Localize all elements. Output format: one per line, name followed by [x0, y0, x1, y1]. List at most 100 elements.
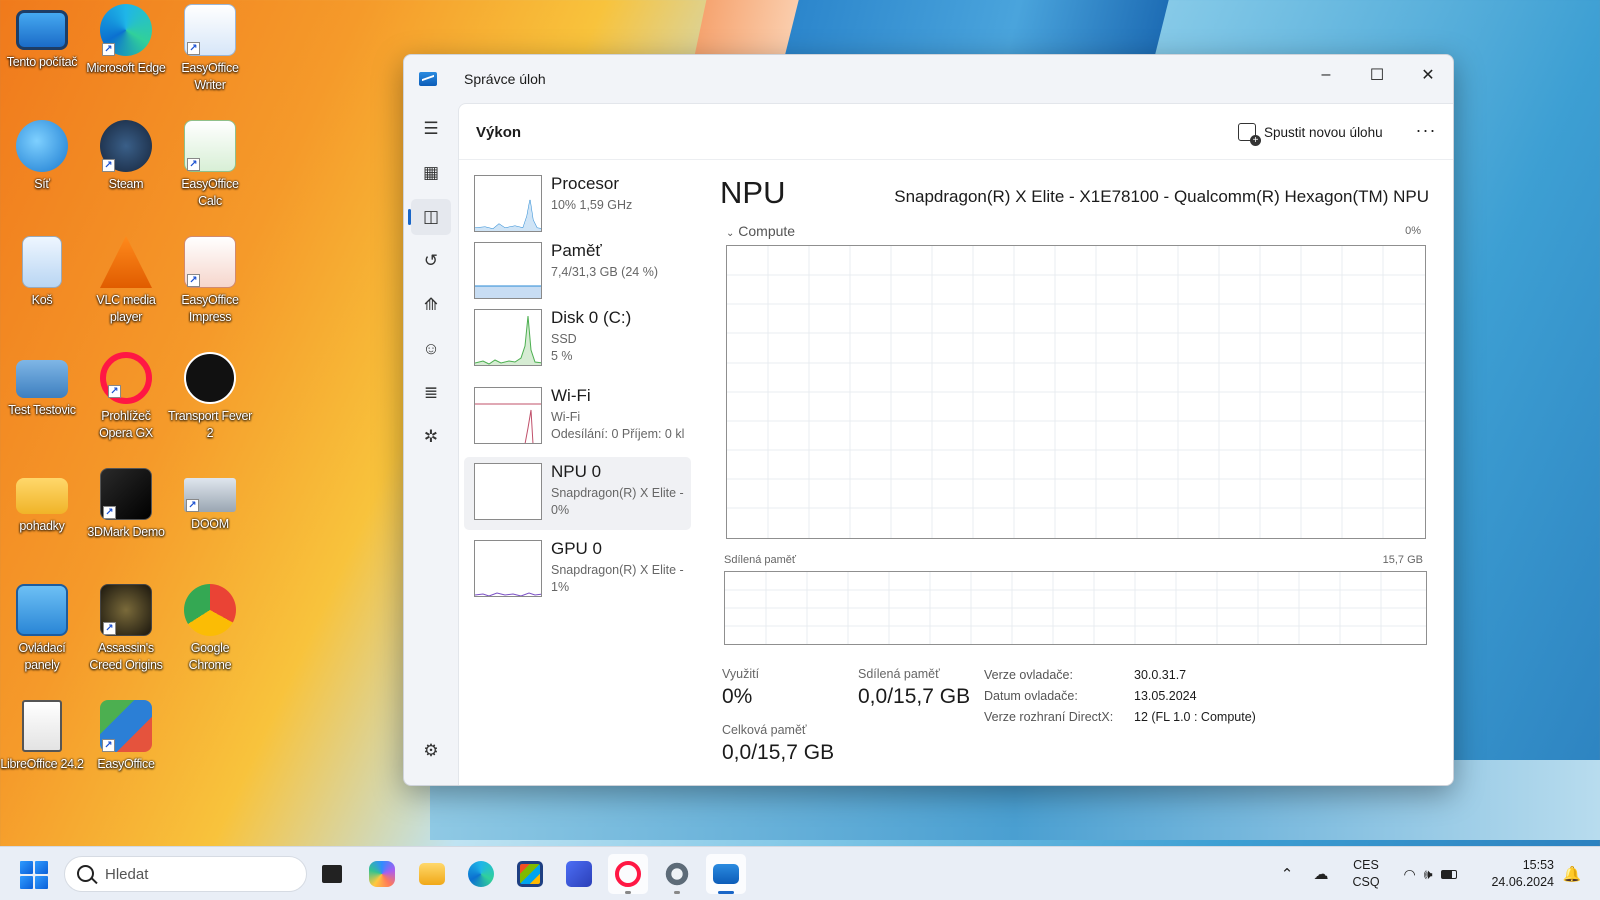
- device-item-cpu[interactable]: Procesor 10% 1,59 GHz: [464, 169, 691, 242]
- device-item-memory[interactable]: Paměť 7,4/31,3 GB (24 %): [464, 236, 691, 309]
- recycle-bin-icon: [22, 236, 62, 288]
- windows-logo-icon: [35, 861, 48, 874]
- show-hidden-icons-chevron-up-icon[interactable]: ⌃: [1275, 847, 1299, 900]
- close-button[interactable]: ✕: [1403, 55, 1453, 95]
- taskbar-vscode[interactable]: [559, 854, 599, 894]
- nav-details-icon[interactable]: ≣: [411, 375, 451, 411]
- desktop-icon-recycle-bin[interactable]: Koš: [0, 232, 84, 309]
- nav-services-icon[interactable]: ✲: [411, 419, 451, 455]
- task-manager-app-icon: [419, 72, 437, 86]
- control-panel-icon: [16, 584, 68, 636]
- run-new-task-label: Spustit novou úlohu: [1264, 124, 1383, 140]
- search-icon: [77, 865, 94, 882]
- wifi-icon: ◠: [1403, 865, 1416, 882]
- page-header: Výkon Spustit novou úlohu ···: [459, 104, 1453, 160]
- taskbar-settings[interactable]: [657, 854, 697, 894]
- desktop-icon-control-panel[interactable]: Ovládací panely: [0, 580, 84, 674]
- performance-page: Výkon Spustit novou úlohu ··· Procesor 1…: [458, 103, 1453, 785]
- minimize-button[interactable]: –: [1301, 55, 1351, 95]
- device-item-disk[interactable]: Disk 0 (C:) SSD 5 %: [464, 303, 691, 376]
- battery-icon: [1440, 869, 1457, 879]
- device-name: Paměť: [551, 241, 602, 260]
- total-memory-value: 0,0/15,7 GB: [722, 741, 835, 764]
- volume-icon: 🕪: [1423, 865, 1433, 882]
- device-item-gpu[interactable]: GPU 0 Snapdragon(R) X Elite - 1%: [464, 534, 691, 607]
- device-name: Wi-Fi: [551, 386, 591, 405]
- title-bar[interactable]: Správce úloh – ☐ ✕: [404, 55, 1453, 103]
- desktop-icon-opera-gx[interactable]: ↗ Prohlížeč Opera GX: [84, 348, 168, 442]
- taskbar-file-explorer[interactable]: [412, 854, 452, 894]
- taskbar-store[interactable]: [510, 854, 550, 894]
- desktop-icon-chrome[interactable]: Google Chrome: [168, 580, 252, 674]
- nav-app-history-icon[interactable]: ↺: [411, 243, 451, 279]
- disk-thumbnail-graph: [474, 309, 542, 366]
- desktop-icon-transport-fever[interactable]: Transport Fever 2: [168, 348, 252, 442]
- compute-engine-dropdown[interactable]: ⌄ Compute: [726, 223, 795, 239]
- nav-performance-icon[interactable]: ◫: [408, 199, 451, 235]
- device-detail: Odesílání: 0 Příjem: 0 kl: [551, 427, 685, 441]
- new-task-icon: [1238, 123, 1261, 146]
- more-options-button[interactable]: ···: [1410, 118, 1442, 146]
- desktop-icon-easyoffice-impress[interactable]: ↗ EasyOffice Impress: [168, 232, 252, 326]
- quick-settings[interactable]: ◠ 🕪: [1394, 847, 1466, 900]
- desktop-icon-easyoffice[interactable]: ↗ EasyOffice: [84, 696, 168, 773]
- input-language-indicator[interactable]: CES CSQ: [1342, 857, 1390, 891]
- device-detail: Snapdragon(R) X Elite -: [551, 486, 684, 500]
- task-manager-window: Správce úloh – ☐ ✕ ☰ ▦ ◫ ↺ ⟰ ☺ ≣ ✲ ⚙ Výk…: [403, 54, 1454, 786]
- desktop-icon-easyoffice-calc[interactable]: ↗ EasyOffice Calc: [168, 116, 252, 210]
- driver-version-label: Verze ovladače:: [984, 668, 1073, 682]
- device-detail: 5 %: [551, 349, 573, 363]
- opera-gx-icon: [615, 861, 641, 887]
- desktop-icon-easyoffice-writer[interactable]: ↗ EasyOffice Writer: [168, 0, 252, 94]
- vlc-cone-icon: [100, 236, 152, 288]
- desktop-icon-pohadky[interactable]: pohadky: [0, 464, 84, 535]
- folder-icon: [16, 478, 68, 514]
- desktop-icon-doom[interactable]: ↗ DOOM: [168, 464, 252, 533]
- nav-processes-icon[interactable]: ▦: [411, 155, 451, 191]
- hamburger-menu-icon[interactable]: ☰: [411, 111, 451, 147]
- start-button[interactable]: [20, 861, 48, 889]
- nav-startup-apps-icon[interactable]: ⟰: [411, 287, 451, 323]
- desktop-icon-3dmark[interactable]: ↗ 3DMark Demo: [84, 464, 168, 541]
- detail-model: Snapdragon(R) X Elite - X1E78100 - Qualc…: [894, 187, 1429, 206]
- desktop-icon-this-pc[interactable]: Tento počítač: [0, 0, 84, 71]
- notifications-bell-icon[interactable]: 🔔: [1560, 847, 1584, 900]
- taskbar-search[interactable]: Hledat: [64, 856, 307, 892]
- device-detail: 10% 1,59 GHz: [551, 198, 633, 212]
- taskbar-task-view[interactable]: [312, 854, 352, 894]
- opera-gx-icon: ↗: [100, 352, 152, 404]
- desktop-icon-network[interactable]: Síť: [0, 116, 84, 193]
- code-editor-icon: [566, 861, 592, 887]
- window-title: Správce úloh: [464, 71, 546, 87]
- taskbar-opera-gx[interactable]: [608, 854, 648, 894]
- desktop-icon-libreoffice[interactable]: LibreOffice 24.2: [0, 696, 84, 773]
- libreoffice-document-icon: [22, 700, 62, 752]
- desktop-icon-steam[interactable]: ↗ Steam: [84, 116, 168, 193]
- compute-graph: [726, 245, 1426, 539]
- nav-users-icon[interactable]: ☺: [411, 331, 451, 367]
- device-detail: Snapdragon(R) X Elite -: [551, 563, 684, 577]
- taskbar-edge[interactable]: [461, 854, 501, 894]
- detail-title: NPU: [720, 175, 786, 210]
- desktop-icon-vlc[interactable]: VLC media player: [84, 232, 168, 326]
- taskbar-task-manager[interactable]: [706, 854, 746, 894]
- settings-gear-icon[interactable]: ⚙: [411, 733, 451, 769]
- device-name: GPU 0: [551, 539, 603, 558]
- desktop-icon-test-testovic[interactable]: Test Testovic: [0, 348, 84, 419]
- desktop-icon-edge[interactable]: ↗ Microsoft Edge: [84, 0, 168, 77]
- shared-memory-graph-label: Sdílená paměť: [724, 554, 797, 566]
- desktop-icon-assassins-creed[interactable]: ↗ Assassin's Creed Origins: [84, 580, 168, 674]
- run-new-task-button[interactable]: Spustit novou úlohu: [1234, 118, 1387, 146]
- device-item-wifi[interactable]: Wi-Fi Wi-Fi Odesílání: 0 Příjem: 0 kl: [464, 381, 691, 454]
- windows-logo-icon: [20, 876, 33, 889]
- taskbar-copilot[interactable]: [362, 854, 402, 894]
- onedrive-cloud-icon[interactable]: ☁: [1306, 847, 1336, 900]
- device-item-npu[interactable]: NPU 0 Snapdragon(R) X Elite - 0%: [464, 457, 691, 530]
- writer-document-icon: ↗: [184, 4, 236, 56]
- side-navigation: ☰ ▦ ◫ ↺ ⟰ ☺ ≣ ✲ ⚙: [404, 103, 458, 785]
- npu-detail-panel: NPU Snapdragon(R) X Elite - X1E78100 - Q…: [714, 161, 1453, 785]
- easyoffice-icon: ↗: [100, 700, 152, 752]
- maximize-button[interactable]: ☐: [1352, 55, 1402, 95]
- doom-logo-icon: ↗: [184, 478, 236, 512]
- system-clock[interactable]: 15:53 24.06.2024: [1482, 857, 1554, 891]
